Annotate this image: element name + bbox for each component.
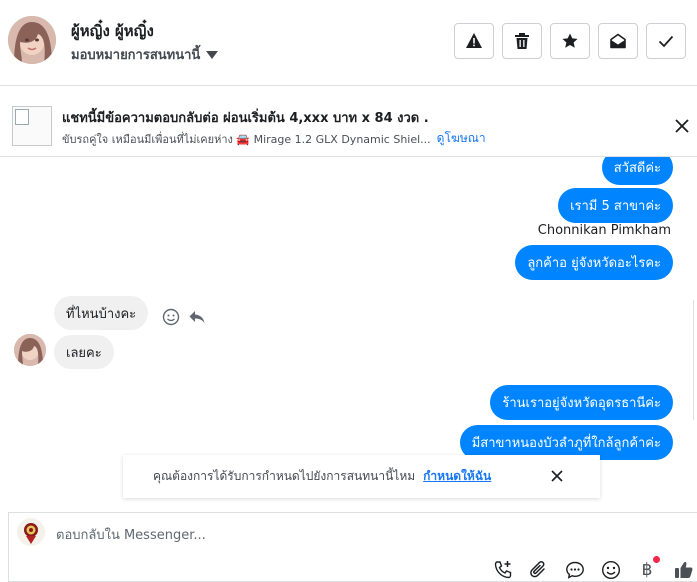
ad-subtitle: ขับรถคู่ใจ เหมือนมีเพื่อนที่ไม่เคยห่าง 🚘…	[62, 129, 486, 148]
warning-icon	[466, 33, 482, 48]
call-add-icon	[494, 561, 512, 579]
close-icon	[551, 470, 563, 482]
assign-reminder-toast: คุณต้องการได้รับการกำหนดไปยังการสนทนานี้…	[123, 455, 600, 498]
toast-text: คุณต้องการได้รับการกำหนดไปยังการสนทนานี้…	[153, 469, 416, 483]
saved-reply-icon	[566, 561, 584, 579]
message-actions	[162, 308, 206, 326]
mark-unread-button[interactable]	[598, 23, 638, 59]
assign-to-me-link[interactable]: กำหนดให้ฉัน	[423, 467, 491, 486]
customer-name: ผู้หญิ๋ง ผู้หญิ๋ง	[71, 22, 154, 40]
notification-dot	[653, 556, 660, 563]
saved-replies-button[interactable]	[564, 559, 586, 581]
check-icon	[658, 35, 674, 48]
view-ad-link[interactable]: ดูโฆษณา	[437, 129, 486, 148]
assign-conversation-dropdown[interactable]: มอบหมายการสนทนานี้	[71, 44, 219, 65]
reply-input[interactable]	[56, 523, 616, 547]
delete-button[interactable]	[502, 23, 542, 59]
close-ad-bar-button[interactable]	[670, 114, 694, 138]
scrollbar[interactable]	[693, 300, 697, 420]
caret-down-icon	[206, 50, 219, 59]
trash-icon	[515, 33, 529, 49]
like-button[interactable]	[673, 559, 695, 581]
attachment-icon	[530, 561, 545, 578]
outgoing-message: ร้านเราอยู่จังหวัดอุดรธานีค่ะ	[490, 385, 673, 420]
reply-icon[interactable]	[188, 308, 206, 326]
payment-icon: ฿	[641, 560, 653, 580]
ad-title: แชทนี้มีข้อความตอบกลับต่อ ผ่อนเริ่มต้น 4…	[62, 111, 429, 126]
report-spam-button[interactable]	[454, 23, 494, 59]
incoming-message: ที่ไหนบ้างคะ	[54, 296, 149, 330]
close-icon	[675, 119, 689, 133]
conversation-header: ผู้หญิ๋ง ผู้หญิ๋ง มอบหมายการสนทนานี้	[0, 0, 697, 86]
ad-thumbnail[interactable]	[12, 106, 52, 146]
attach-button[interactable]	[528, 559, 550, 581]
star-icon	[562, 33, 578, 48]
customer-avatar-small	[14, 334, 46, 366]
call-button[interactable]	[492, 559, 514, 581]
close-toast-button[interactable]	[548, 467, 566, 485]
emoji-icon	[601, 560, 621, 580]
incoming-message: เลยคะ	[54, 335, 114, 369]
react-emoji-icon[interactable]	[162, 308, 180, 326]
like-icon	[675, 561, 693, 578]
mark-done-button[interactable]	[646, 23, 686, 59]
sender-name: Chonnikan Pimkham	[537, 223, 671, 238]
outgoing-message: ลูกค้าอ ยู่จังหวัดอะไรคะ	[515, 245, 673, 280]
assign-label: มอบหมายการสนทนานี้	[71, 48, 201, 63]
page-avatar	[17, 518, 45, 546]
outgoing-message: เรามี 5 สาขาค่ะ	[558, 188, 673, 223]
emoji-button[interactable]	[600, 559, 622, 581]
mark-unread-icon	[610, 33, 626, 49]
outgoing-message: สวัสดีค่ะ	[601, 157, 673, 185]
ad-subtitle-text: ขับรถคู่ใจ เหมือนมีเพื่อนที่ไม่เคยห่าง 🚘…	[62, 132, 431, 146]
star-button[interactable]	[550, 23, 590, 59]
customer-avatar[interactable]	[8, 16, 56, 64]
